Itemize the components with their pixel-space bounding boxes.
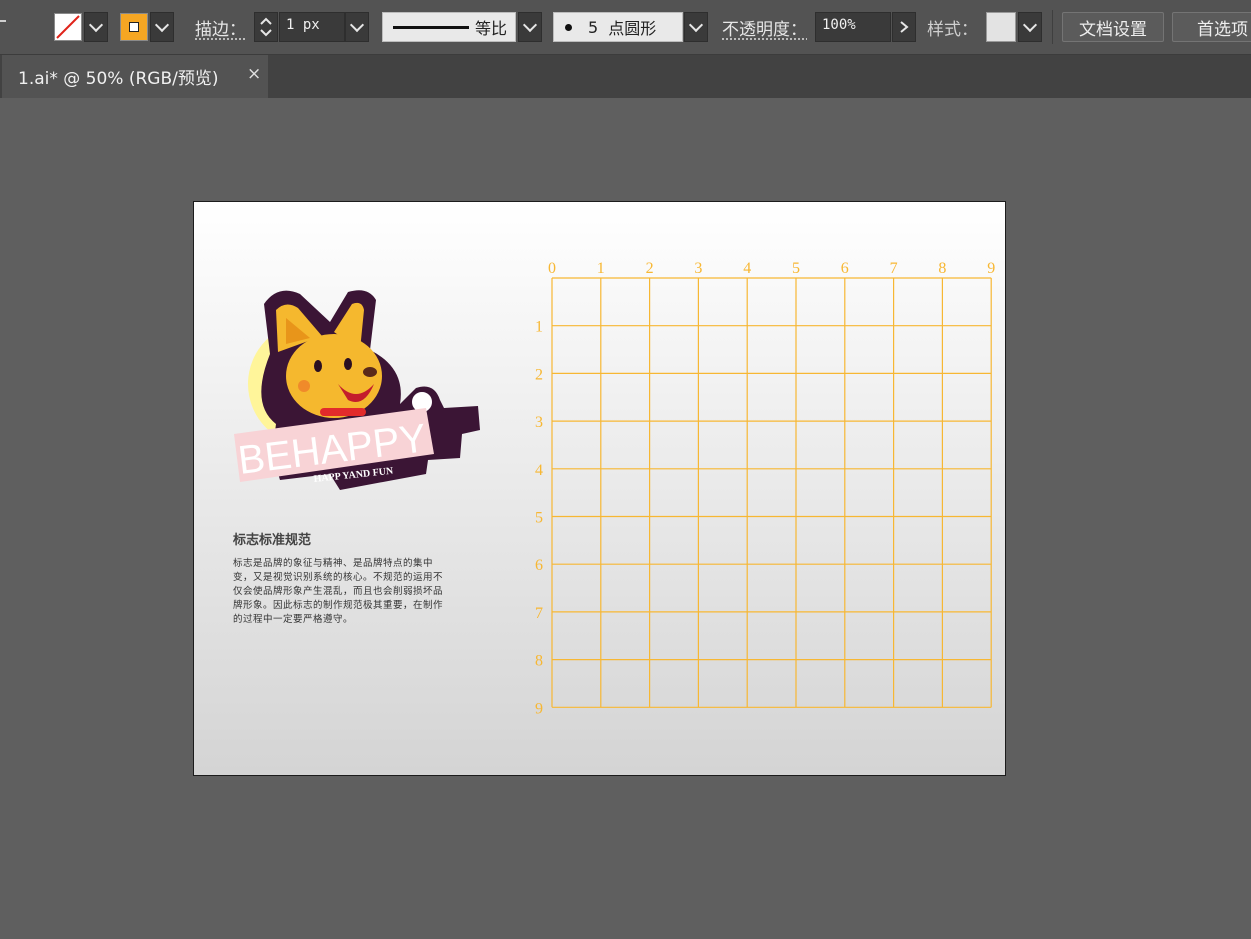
opacity-flyout[interactable] [892, 12, 916, 42]
grid-x-label: 6 [841, 260, 849, 277]
stroke-label[interactable]: 描边： [195, 15, 246, 40]
up-down-arrows-icon [260, 17, 272, 37]
grid-y-labels: 1 2 3 4 5 6 7 8 9 [535, 319, 543, 718]
document-setup-button[interactable]: 文档设置 [1062, 12, 1164, 42]
brush-dropdown[interactable] [684, 12, 708, 42]
tab-title: 1.ai* @ 50% (RGB/预览) [18, 69, 219, 89]
document-tab-bar: 1.ai* @ 50% (RGB/预览) × [0, 55, 1251, 98]
stroke-weight-stepper[interactable] [254, 12, 278, 42]
grid-y-label: 2 [535, 366, 543, 383]
fill-swatch[interactable] [120, 13, 148, 41]
opacity-input[interactable]: 100% [815, 12, 891, 42]
grid-y-label: 9 [535, 700, 543, 717]
control-bar: 描边： 1 px 等比 5 点圆形 不透明度： 100% 样式： 文档设置 首选… [0, 0, 1251, 55]
stroke-weight-dropdown[interactable] [345, 12, 369, 42]
graphic-style-swatch[interactable] [986, 12, 1016, 42]
grid-x-label: 1 [597, 260, 605, 277]
grid-y-label: 5 [535, 510, 543, 527]
grid-y-label: 6 [535, 557, 543, 574]
grid-x-label: 4 [743, 260, 751, 277]
preferences-button[interactable]: 首选项 [1172, 12, 1251, 42]
grid-x-label: 0 [548, 260, 556, 277]
grid-x-label: 5 [792, 260, 800, 277]
grid-y-label: 1 [535, 319, 543, 336]
chevron-down-icon [88, 17, 104, 33]
none-slash-icon [56, 15, 80, 39]
opacity-label[interactable]: 不透明度： [722, 15, 807, 40]
grid-x-label: 2 [646, 260, 654, 277]
style-dropdown[interactable] [1018, 12, 1042, 42]
close-icon[interactable]: × [247, 64, 261, 84]
stroke-swatch-dropdown[interactable] [84, 12, 108, 42]
measurement-grid[interactable]: 0 1 2 3 4 5 6 7 8 9 1 2 3 4 5 6 7 8 9 [194, 202, 1005, 775]
grid-y-label: 7 [535, 605, 543, 622]
grid-x-labels: 0 1 2 3 4 5 6 7 8 9 [548, 260, 995, 277]
brush-size: 5 [588, 17, 599, 37]
brush-label: 点圆形 [608, 19, 657, 38]
variable-width-profile[interactable]: 等比 [382, 12, 516, 42]
tool-fragment [0, 20, 6, 22]
fill-swatch-dropdown[interactable] [150, 12, 174, 42]
chevron-down-icon [154, 17, 170, 33]
chevron-down-icon [688, 17, 704, 33]
style-label: 样式： [927, 20, 978, 40]
artboard[interactable]: BEHAPPY HAPP YAND FUN 标志标准规范 标志是品牌的象征与精神… [193, 201, 1006, 776]
chevron-down-icon [522, 17, 538, 33]
stroke-weight-input[interactable]: 1 px [279, 12, 345, 42]
grid-x-label: 9 [987, 260, 995, 277]
divider [1052, 10, 1053, 44]
document-tab[interactable]: 1.ai* @ 50% (RGB/预览) × [2, 55, 268, 98]
grid-y-label: 8 [535, 653, 543, 670]
chevron-down-icon [349, 17, 365, 33]
grid-x-label: 7 [890, 260, 898, 277]
stroke-swatch[interactable] [54, 13, 82, 41]
chevron-down-icon [1022, 17, 1038, 33]
grid-x-label: 8 [938, 260, 946, 277]
profile-line-icon [393, 25, 469, 29]
profile-dropdown[interactable] [518, 12, 542, 42]
grid-y-label: 3 [535, 414, 543, 431]
dot-icon [565, 23, 572, 31]
grid-x-label: 3 [694, 260, 702, 277]
chevron-right-icon [900, 21, 909, 33]
grid-y-label: 4 [535, 462, 543, 479]
fill-square-icon [129, 22, 139, 32]
profile-label: 等比 [475, 19, 508, 38]
brush-definition[interactable]: 5 点圆形 [553, 12, 683, 42]
grid-lines [551, 277, 992, 708]
